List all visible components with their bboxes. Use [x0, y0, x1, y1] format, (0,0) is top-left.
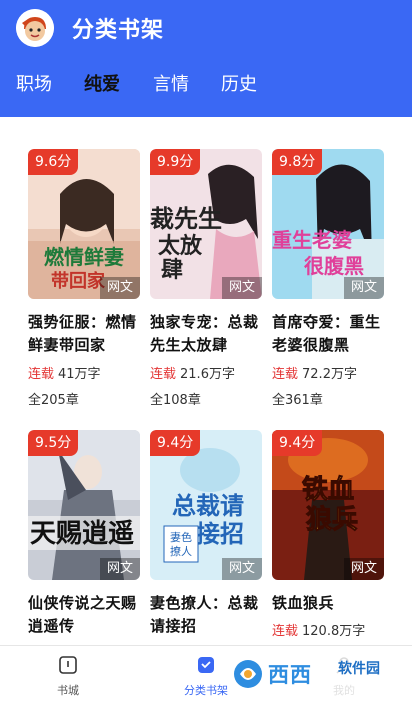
chapter-count: 全205章 [28, 393, 79, 408]
book-cover[interactable]: 重生老婆 很腹黑 9.8分 网文 [272, 149, 384, 299]
status-label: 连载 [28, 367, 55, 382]
watermark-logo-icon [234, 660, 262, 688]
status-label: 连载 [272, 367, 299, 382]
book-cover[interactable]: 天赐逍遥 9.5分 网文 [28, 430, 140, 580]
svg-text:很腹黑: 很腹黑 [304, 254, 364, 278]
book-meta: 连载 41万字 [28, 363, 101, 382]
word-count: 120.8万字 [302, 624, 366, 639]
svg-text:接招: 接招 [196, 519, 244, 548]
status-label: 连载 [150, 367, 177, 382]
svg-text:太放: 太放 [158, 233, 203, 259]
tab-romance[interactable]: 言情 [153, 70, 189, 96]
svg-text:重生老婆: 重生老婆 [272, 228, 352, 252]
tab-history[interactable]: 历史 [221, 70, 257, 96]
tab-workplace[interactable]: 职场 [16, 70, 52, 96]
status-label: 连载 [272, 624, 299, 639]
nav-label: 书城 [57, 684, 79, 697]
genre-tag: 网文 [222, 277, 262, 299]
word-count: 41万字 [58, 367, 101, 382]
book-title[interactable]: 独家专宠：总裁先生太放肆 [150, 311, 262, 357]
svg-text:肆: 肆 [161, 257, 183, 283]
svg-text:妻色: 妻色 [170, 530, 192, 544]
book-title[interactable]: 铁血狼兵 [272, 592, 384, 615]
book-title[interactable]: 妻色撩人：总裁请接招 [150, 592, 262, 638]
book-cover[interactable]: 铁血 狼兵 9.4分 网文 [272, 430, 384, 580]
book-cover[interactable]: 燃情鲜妻 带回家 9.6分 网文 [28, 149, 140, 299]
svg-text:天赐逍遥: 天赐逍遥 [30, 519, 134, 549]
category-tabs: 职场 纯爱 言情 历史 [0, 70, 412, 110]
score-badge: 9.9分 [150, 149, 201, 175]
score-badge: 9.4分 [150, 430, 201, 456]
header-bar: 分类书架 职场 纯爱 言情 历史 [0, 0, 412, 117]
genre-tag: 网文 [100, 558, 140, 580]
svg-text:裁先生: 裁先生 [150, 204, 222, 233]
watermark-subtext: 软件园 [338, 661, 380, 677]
genre-tag: 网文 [344, 558, 384, 580]
active-tab-indicator [96, 103, 114, 106]
genre-tag: 网文 [222, 558, 262, 580]
genre-tag: 网文 [344, 277, 384, 299]
book-title[interactable]: 首席夺爱：重生老婆很腹黑 [272, 311, 384, 357]
book-cover[interactable]: 总裁请 接招 妻色 撩人 9.4分 网文 [150, 430, 262, 580]
score-badge: 9.6分 [28, 149, 79, 175]
svg-text:狼兵: 狼兵 [306, 504, 358, 535]
score-badge: 9.4分 [272, 430, 323, 456]
page-title: 分类书架 [72, 18, 165, 43]
svg-text:铁血: 铁血 [302, 474, 354, 505]
svg-text:燃情鲜妻: 燃情鲜妻 [44, 245, 124, 269]
score-badge: 9.8分 [272, 149, 323, 175]
svg-text:撩人: 撩人 [170, 544, 192, 558]
word-count: 72.2万字 [302, 367, 357, 382]
mascot-avatar-icon [16, 9, 54, 47]
chapter-count: 全361章 [272, 393, 323, 408]
watermark-text: 西西 [268, 663, 312, 687]
book-title[interactable]: 强势征服：燃情鲜妻带回家 [28, 311, 140, 357]
book-meta: 连载 72.2万字 [272, 363, 357, 382]
nav-book-city[interactable]: 书城 [28, 646, 108, 703]
book-cover[interactable]: 裁先生 太放 肆 9.9分 网文 [150, 149, 262, 299]
word-count: 21.6万字 [180, 367, 235, 382]
book-city-icon [59, 656, 77, 674]
tab-pure-love[interactable]: 纯爱 [84, 70, 120, 96]
score-badge: 9.5分 [28, 430, 79, 456]
book-meta: 连载 21.6万字 [150, 363, 235, 382]
book-meta: 连载 120.8万字 [272, 620, 365, 639]
chapter-count: 全108章 [150, 393, 201, 408]
svg-text:总裁请: 总裁请 [172, 491, 244, 520]
bookshelf-icon [198, 657, 214, 673]
genre-tag: 网文 [100, 277, 140, 299]
bookshelf-grid: 燃情鲜妻 带回家 9.6分 网文 强势征服：燃情鲜妻带回家 连载 41万字 全20… [0, 117, 412, 645]
site-watermark: 西西 软件园 [228, 652, 406, 696]
svg-text:带回家: 带回家 [51, 270, 106, 292]
book-title[interactable]: 仙侠传说之天赐逍遥传 [28, 592, 140, 638]
